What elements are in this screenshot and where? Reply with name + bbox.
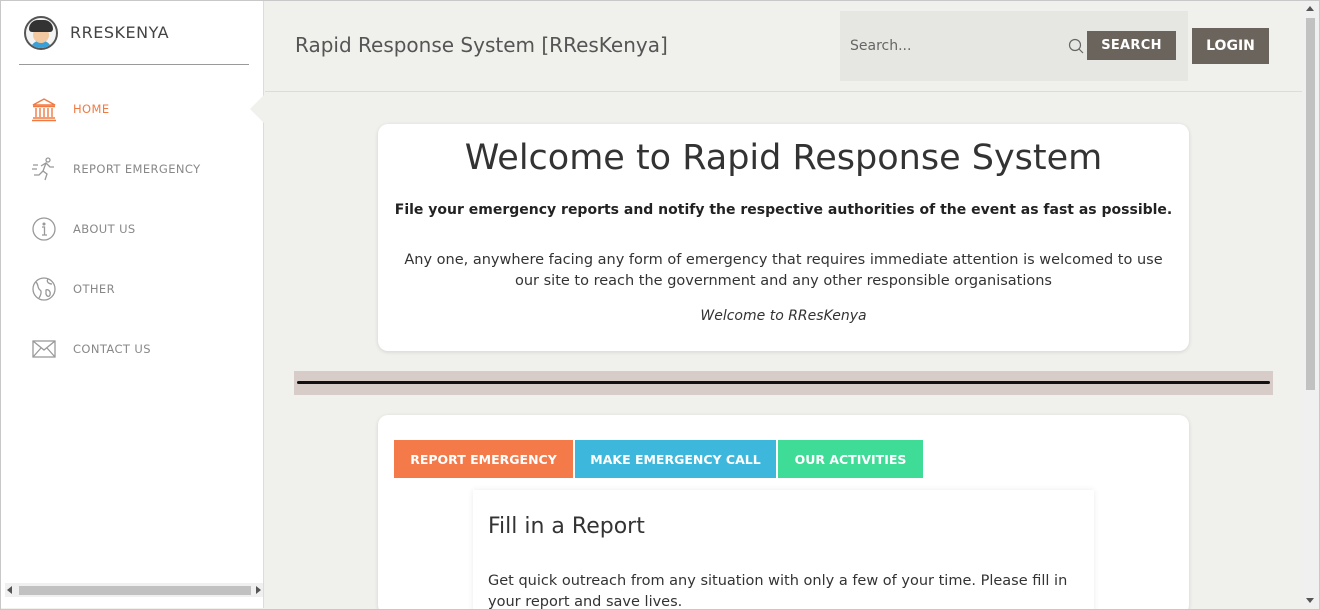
bank-icon (31, 96, 57, 122)
welcome-title: Welcome to Rapid Response System (464, 138, 1103, 178)
vertical-scrollbar[interactable] (1302, 1, 1319, 608)
report-card: REPORT EMERGENCY MAKE EMERGENCY CALL OUR… (378, 415, 1189, 610)
tab-our-activities[interactable]: OUR ACTIVITIES (778, 440, 923, 478)
scroll-down-icon[interactable] (1306, 598, 1314, 603)
welcome-footer: Welcome to RResKenya (700, 308, 867, 324)
search-input[interactable] (850, 35, 1065, 57)
search-box: SEARCH (840, 11, 1188, 81)
sidebar-nav: HOME REPORT EMERGENCY ABOUT US OTHER CON… (1, 79, 265, 379)
divider-line (297, 381, 1270, 384)
sidebar-item-contact-us[interactable]: CONTACT US (1, 319, 263, 379)
sidebar-item-label: REPORT EMERGENCY (73, 162, 201, 176)
search-icon[interactable] (1068, 38, 1084, 54)
sidebar-item-other[interactable]: OTHER (1, 259, 263, 319)
page-title: Rapid Response System [RResKenya] (295, 33, 668, 57)
sidebar-item-label: OTHER (73, 282, 115, 296)
header: Rapid Response System [RResKenya] SEARCH… (265, 1, 1302, 92)
avatar-logo-icon (24, 15, 58, 50)
sidebar-item-about-us[interactable]: ABOUT US (1, 199, 263, 259)
report-title: Fill in a Report (488, 514, 645, 539)
sidebar: RRESKENYA HOME REPORT EMERGENCY ABOUT US… (1, 1, 265, 608)
divider (294, 371, 1273, 395)
welcome-card: Welcome to Rapid Response System File yo… (378, 124, 1189, 351)
sidebar-item-home[interactable]: HOME (1, 79, 265, 139)
tab-make-emergency-call[interactable]: MAKE EMERGENCY CALL (575, 440, 776, 478)
scrollbar-thumb[interactable] (1306, 18, 1315, 390)
report-body: Get quick outreach from any situation wi… (488, 573, 1068, 610)
running-person-icon (31, 156, 57, 182)
scroll-up-icon[interactable] (1306, 6, 1314, 11)
envelope-icon (31, 336, 57, 362)
sidebar-item-label: HOME (73, 102, 110, 116)
welcome-subtitle: File your emergency reports and notify t… (394, 202, 1173, 218)
sidebar-item-label: ABOUT US (73, 222, 136, 236)
brand-name: RRESKENYA (70, 23, 170, 42)
globe-icon (31, 276, 57, 302)
login-button[interactable]: LOGIN (1192, 28, 1269, 64)
report-panel: Fill in a Report Get quick outreach from… (473, 490, 1094, 610)
scroll-right-icon[interactable] (256, 586, 261, 594)
search-button[interactable]: SEARCH (1087, 31, 1176, 60)
scroll-left-icon[interactable] (7, 586, 12, 594)
scrollbar-thumb[interactable] (19, 586, 251, 595)
info-icon (31, 216, 57, 242)
welcome-body: Any one, anywhere facing any form of eme… (404, 252, 1163, 289)
sidebar-item-label: CONTACT US (73, 342, 151, 356)
tab-report-emergency[interactable]: REPORT EMERGENCY (394, 440, 573, 478)
sidebar-item-report-emergency[interactable]: REPORT EMERGENCY (1, 139, 263, 199)
horizontal-scrollbar[interactable] (5, 583, 263, 597)
brand[interactable]: RRESKENYA (19, 1, 249, 65)
